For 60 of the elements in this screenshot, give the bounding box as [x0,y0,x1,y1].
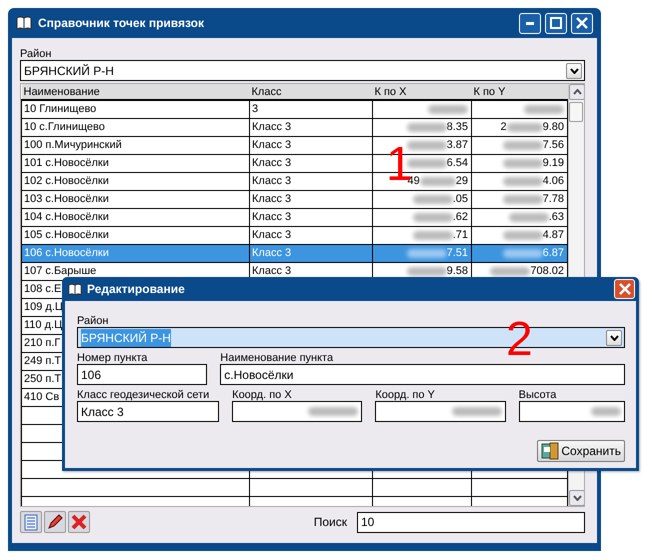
column-header: Наименование [22,84,250,100]
table-cell: 3 [252,103,258,116]
table-cell: Класс 3 [252,139,292,151]
field-label: Класс геодезической сети [77,389,210,401]
table-cell: Класс 3 [252,265,292,277]
table-cell: 103 с.Новосёлки [24,193,109,205]
window-title: Справочник точек привязок [38,15,204,32]
table-cell: Класс 3 [252,211,292,223]
table-cell: 7.78 [542,193,564,205]
table-cell: 410 Св [24,391,60,403]
field-label: Наименование пункта [220,352,334,364]
table-cell: 100 п.Мичуринский [24,139,122,151]
table-cell: 4.87 [542,229,564,241]
table-cell: 9.80 [542,121,564,133]
table-cell: 7.56 [542,139,564,151]
table-cell: 106 с.Новосёлки [24,247,109,259]
table-cell: 9.19 [542,157,564,169]
field-label: Номер пункта [77,352,148,364]
table-cell: 249 п.Т [24,355,62,367]
field-label: Коорд. по X [232,389,293,401]
table-cell: 102 с.Новосёлки [24,175,109,187]
table-cell: Класс 3 [252,229,292,241]
table-cell: 105 с.Новосёлки [24,229,109,241]
table-cell: Класс 3 [252,157,292,169]
table-cell: 6.87 [542,247,564,259]
table-cell: 104 с.Новосёлки [24,211,109,223]
table-cell: 10 с.Глинищево [24,121,105,133]
table-cell: .63 [548,211,564,223]
field-label: Коорд. по Y [375,389,436,401]
district-label: Район [20,48,52,60]
table-cell: 107 с.Барыше [24,265,96,277]
column-header: К по X [372,84,472,100]
table-cell: Класс 3 [252,193,292,205]
table-cell: Класс 3 [252,121,292,133]
field-label: Район [77,315,110,327]
table-cell: 8.35 [446,121,468,133]
column-header: К по Y [472,84,568,100]
table-cell: 250 п.Т [24,373,62,385]
table-cell: 10 Глинищево [24,103,96,116]
table-cell: 101 с.Новосёлки [24,157,109,169]
table-cell: .05 [452,193,468,205]
table-cell: Класс 3 [252,175,292,187]
table-cell: 108 с.Е [24,283,62,295]
table-cell: 708.02 [530,265,564,277]
table-cell: 6.54 [446,157,468,169]
table-cell: 7.51 [446,247,468,259]
table-cell: 3.87 [446,139,468,151]
table-cell: 29 [456,175,468,187]
column-header: Класс [250,84,372,100]
table-cell: 210 п.Г [24,337,60,349]
table-cell: 2 [500,121,507,133]
table-cell: 9.58 [446,265,468,277]
dialog-title: Редактирование [87,281,185,298]
search-label: Поиск [314,514,347,531]
table-cell: .62 [452,211,468,223]
field-label: Высота [518,389,558,401]
table-cell: .71 [452,229,468,241]
table-cell: 110 д.Ц [24,319,62,331]
table-cell: 4.06 [542,175,564,187]
table-cell: Класс 3 [252,247,292,259]
